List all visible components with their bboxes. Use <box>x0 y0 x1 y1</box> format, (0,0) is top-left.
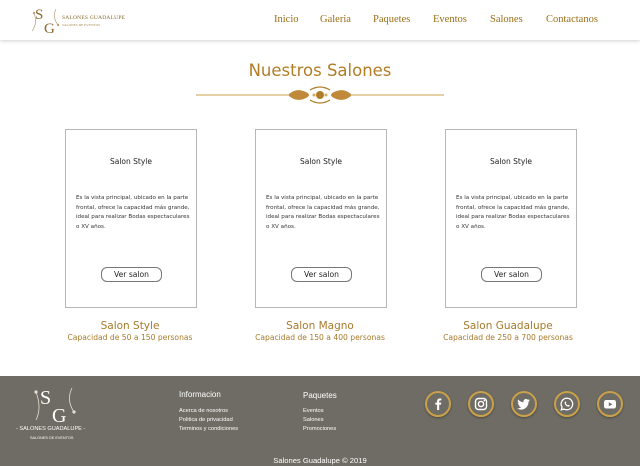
copyright-text: Salones Guadalupe © 2019 <box>273 456 367 465</box>
paquetes-heading: Paquetes <box>303 391 337 400</box>
footer-logo: S G <box>34 387 76 427</box>
salon-name: Salon Magno <box>286 320 354 332</box>
whatsapp-icon[interactable] <box>554 391 580 417</box>
facebook-icon[interactable] <box>425 391 451 417</box>
nav-galeria[interactable]: Galeria <box>320 14 351 25</box>
footer-link-terminos[interactable]: Terminos y condiciones <box>179 426 238 432</box>
salon-name: Salon Guadalupe <box>463 320 553 332</box>
youtube-icon[interactable] <box>597 391 623 417</box>
footer-link-acerca[interactable]: Acerca de nosotros <box>179 408 228 414</box>
salon-card: Salon Style Es la vista principal, ubica… <box>255 129 387 308</box>
salon-capacity: Capacidad de 250 a 700 personas <box>443 333 573 342</box>
card-heading: Salon Style <box>489 157 532 166</box>
footer-link-eventos[interactable]: Eventos <box>303 408 324 414</box>
salon-card: Salon Style Es la vista principal, ubica… <box>65 129 197 308</box>
nav-contactanos[interactable]: Contactanos <box>546 14 598 25</box>
nav-salones[interactable]: Salones <box>490 14 523 25</box>
informacion-heading: Informacion <box>179 390 221 399</box>
card-description: Es la vista principal, ubicado en la par… <box>456 195 570 230</box>
footer-link-privacidad[interactable]: Politica de privacidad <box>179 417 233 423</box>
footer-brand-name: - SALONES GUADALUPE - <box>16 426 86 432</box>
card-heading: Salon Style <box>299 157 342 166</box>
footer-link-promociones[interactable]: Promociones <box>303 426 336 432</box>
nav-paquetes[interactable]: Paquetes <box>373 14 410 25</box>
main-nav: Inicio Galeria Paquetes Eventos Salones … <box>0 14 640 30</box>
site-header: S G SALONES GUADALUPE SALONES DE EVENTOS… <box>0 0 640 40</box>
card-caption: Salon Magno Capacidad de 150 a 400 perso… <box>230 320 410 343</box>
ver-salon-button[interactable]: Ver salon <box>101 267 162 282</box>
svg-text:S: S <box>40 387 51 409</box>
card-caption: Salon Style Capacidad de 50 a 150 person… <box>40 320 220 343</box>
salon-capacity: Capacidad de 150 a 400 personas <box>255 333 385 342</box>
card-description: Es la vista principal, ubicado en la par… <box>266 195 380 230</box>
salon-card: Salon Style Es la vista principal, ubica… <box>445 129 577 308</box>
salon-name: Salon Style <box>100 320 160 332</box>
ver-salon-button[interactable]: Ver salon <box>481 267 542 282</box>
instagram-icon[interactable] <box>468 391 494 417</box>
nav-eventos[interactable]: Eventos <box>433 14 467 25</box>
card-heading: Salon Style <box>109 157 152 166</box>
card-caption: Salon Guadalupe Capacidad de 250 a 700 p… <box>418 320 598 343</box>
footer-brand-tagline: SALONES DE EVENTOS <box>30 436 74 440</box>
ver-salon-button[interactable]: Ver salon <box>291 267 352 282</box>
svg-text:G: G <box>52 405 66 427</box>
twitter-icon[interactable] <box>511 391 537 417</box>
card-description: Es la vista principal, ubicado en la par… <box>76 195 190 230</box>
site-footer: S G - SALONES GUADALUPE - SALONES DE EVE… <box>0 376 640 466</box>
page-title: Nuestros Salones <box>248 61 392 80</box>
salon-capacity: Capacidad de 50 a 150 personas <box>67 333 193 342</box>
ornament-divider <box>196 86 444 104</box>
nav-inicio[interactable]: Inicio <box>274 14 299 25</box>
footer-link-salones[interactable]: Salones <box>303 417 324 423</box>
